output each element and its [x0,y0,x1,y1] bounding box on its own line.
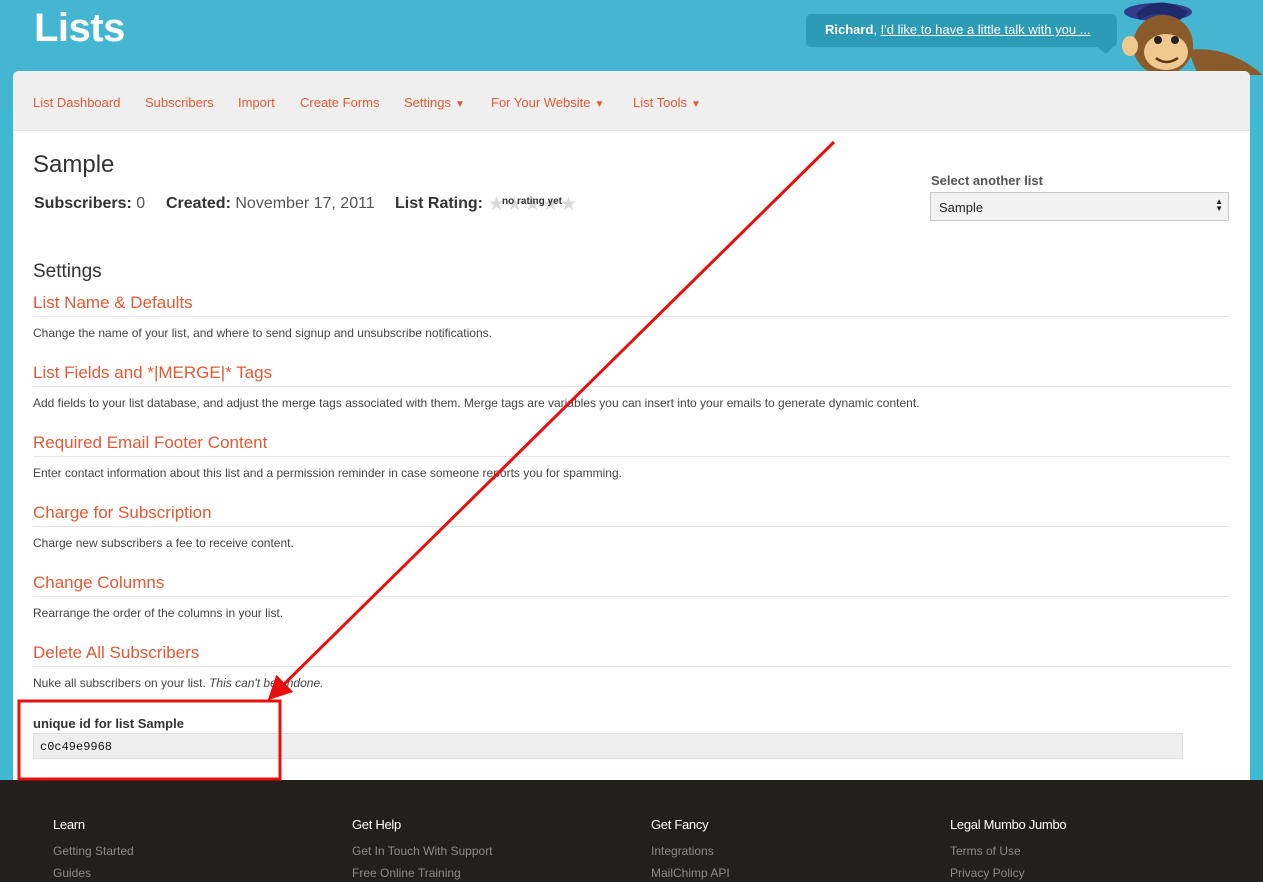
rating-label: List Rating: [395,195,483,212]
main-card: List Dashboard Subscribers Import Create… [13,71,1250,783]
footer-col-get-fancy: Get Fancy Integrations MailChimp API [651,817,730,880]
setting-title-link[interactable]: Change Columns [33,573,1230,597]
setting-charge-subscription: Charge for Subscription Charge new subsc… [33,503,1230,550]
created-value: November 17, 2011 [235,195,375,212]
setting-description: Enter contact information about this lis… [33,466,1230,480]
talk-link[interactable]: I'd like to have a little talk with you … [881,22,1091,37]
setting-title-link[interactable]: Required Email Footer Content [33,433,1230,457]
footer-link[interactable]: Terms of Use [950,844,1066,858]
setting-delete-subscribers: Delete All Subscribers Nuke all subscrib… [33,643,1230,690]
setting-title-link[interactable]: Delete All Subscribers [33,643,1230,667]
footer-link[interactable]: Integrations [651,844,730,858]
setting-email-footer: Required Email Footer Content Enter cont… [33,433,1230,480]
subscribers-value: 0 [136,195,146,212]
unique-id-label: unique id for list Sample [33,716,184,731]
nav-subscribers[interactable]: Subscribers [145,95,214,110]
setting-desc-text: Charge new subscribers a fee to receive … [33,536,294,550]
nav-for-your-website[interactable]: For Your Website ▼ [491,95,604,110]
nav-label: Subscribers [145,95,214,110]
settings-heading: Settings [33,261,102,282]
footer-heading: Get Fancy [651,817,709,832]
setting-desc-warning: This can't be undone. [209,676,324,690]
select-list-value: Sample [939,200,984,215]
footer-col-legal: Legal Mumbo Jumbo Terms of Use Privacy P… [950,817,1067,880]
nav-settings[interactable]: Settings ▼ [404,95,465,110]
app-title: Lists [34,6,125,50]
footer-col-get-help: Get Help Get In Touch With Support Free … [352,817,493,880]
nav-list-dashboard[interactable]: List Dashboard [33,95,120,110]
subscribers-stat: Subscribers: 0 [34,195,145,213]
setting-desc-text: Change the name of your list, and where … [33,326,492,340]
footer-link[interactable]: MailChimp API [651,866,730,880]
rating-stars: ★ ★ ★ ★ ★ no rating yet [488,193,578,215]
setting-desc-text: Enter contact information about this lis… [33,466,622,480]
footer-link[interactable]: Getting Started [53,844,134,858]
list-nav: List Dashboard Subscribers Import Create… [13,71,1250,131]
subscribers-label: Subscribers: [34,195,132,212]
created-label: Created: [166,195,231,212]
nav-list-tools[interactable]: List Tools ▼ [633,95,701,110]
setting-title-link[interactable]: List Fields and *|MERGE|* Tags [33,363,1230,387]
footer-link[interactable]: Guides [53,866,134,880]
footer-heading: Get Help [352,817,401,832]
nav-label: Settings [404,95,451,110]
unique-id-field[interactable]: c0c49e9968 [33,733,1183,759]
setting-title-link[interactable]: Charge for Subscription [33,503,1230,527]
setting-description: Nuke all subscribers on your list. This … [33,676,1230,690]
setting-title-link[interactable]: List Name & Defaults [33,293,1230,317]
setting-description: Rearrange the order of the columns in yo… [33,606,1230,620]
caret-down-icon: ▼ [690,99,701,110]
setting-desc-text: Nuke all subscribers on your list. [33,676,210,690]
setting-desc-text: Rearrange the order of the columns in yo… [33,606,284,620]
setting-description: Charge new subscribers a fee to receive … [33,536,1230,550]
talk-bubble: Richard, I'd like to have a little talk … [806,14,1117,47]
select-arrows-icon: ▲ ▼ [1215,197,1223,213]
chimp-mascot-icon [1122,2,1263,75]
rating-stat: List Rating: [395,195,483,213]
caret-down-icon: ▼ [454,99,465,110]
footer-heading: Learn [53,817,85,832]
setting-change-columns: Change Columns Rearrange the order of th… [33,573,1230,620]
bubble-tail [1096,46,1114,54]
nav-label: List Tools [633,95,687,110]
caret-down-icon: ▼ [594,99,605,110]
setting-description: Add fields to your list database, and ad… [33,396,1230,410]
star-icon: ★ [560,194,578,215]
setting-list-fields: List Fields and *|MERGE|* Tags Add field… [33,363,1230,410]
nav-label: Import [238,95,275,110]
nav-label: For Your Website [491,95,591,110]
page-footer: Learn Getting Started Guides Get Help Ge… [0,780,1263,882]
nav-label: Create Forms [300,95,380,110]
rating-text: no rating yet [502,196,563,207]
talk-separator: , [873,22,881,37]
footer-link[interactable]: Privacy Policy [950,866,1066,880]
footer-col-learn: Learn Getting Started Guides [53,817,134,880]
nav-label: List Dashboard [33,95,121,110]
footer-link[interactable]: Get In Touch With Support [352,844,493,858]
nav-create-forms[interactable]: Create Forms [300,95,379,110]
setting-description: Change the name of your list, and where … [33,326,1230,340]
setting-desc-text: Add fields to your list database, and ad… [33,396,920,410]
footer-heading: Legal Mumbo Jumbo [950,817,1067,832]
footer-link[interactable]: Free Online Training [352,866,493,880]
select-list-label: Select another list [931,173,1043,188]
select-list-dropdown[interactable]: Sample ▲ ▼ [930,192,1229,221]
user-name: Richard [825,22,874,37]
setting-list-name: List Name & Defaults Change the name of … [33,293,1230,340]
created-stat: Created: November 17, 2011 [166,195,375,213]
nav-import[interactable]: Import [238,95,275,110]
page-title: Sample [33,151,115,178]
